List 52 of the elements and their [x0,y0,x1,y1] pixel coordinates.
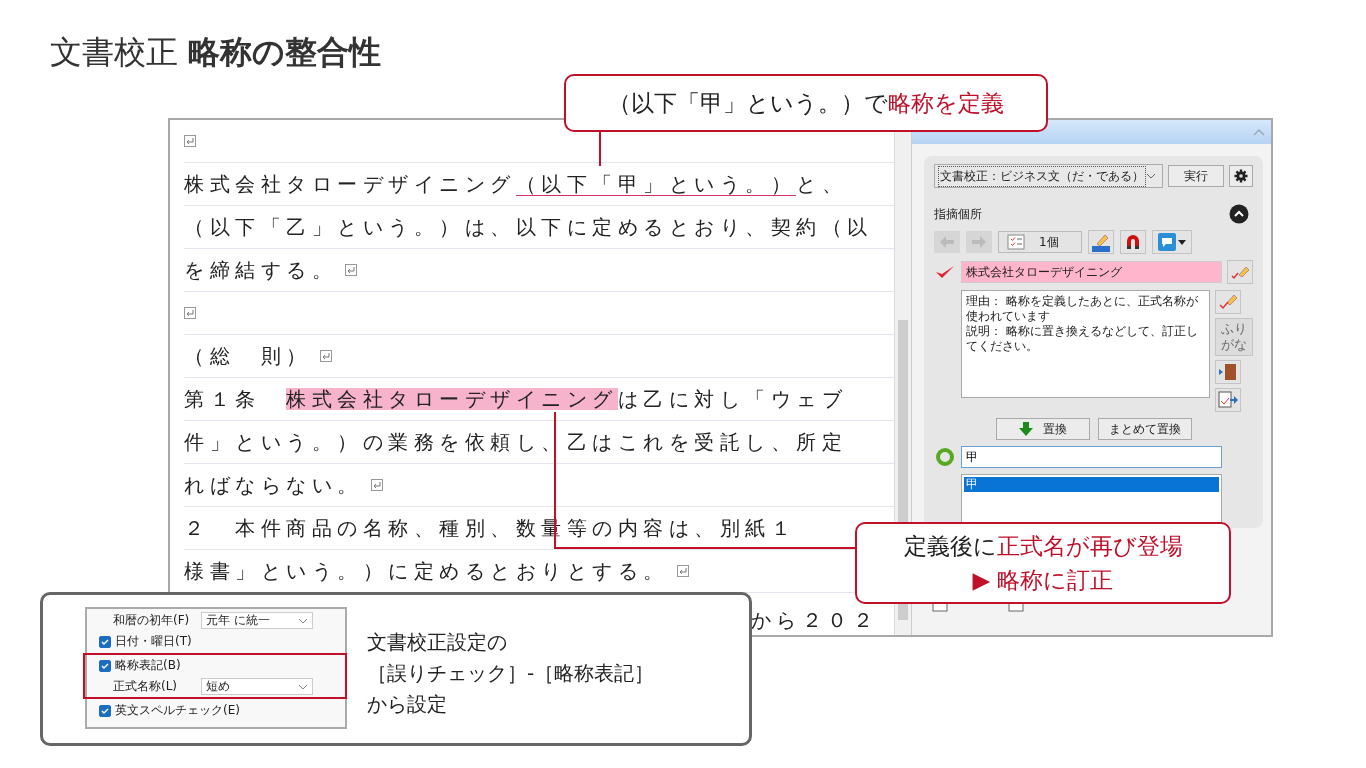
option-label: 正式名称(L) [112,678,179,695]
document-line: （総 則） [184,343,312,369]
profile-select[interactable]: 文書校正：ビジネス文（だ・である） [934,164,1163,188]
chevron-down-icon [298,617,308,624]
document-line: 様書」という。）に定めるとおりとする。 [184,558,669,584]
checkmark-icon [934,264,956,280]
option-label: 和暦の初年(F) [112,612,191,629]
message-text: 理由： 略称を定義したあとに、正式名称が使われています [966,294,1199,324]
page-title: 文書校正 略称の整合性 [49,32,383,73]
checkbox[interactable] [99,659,111,672]
checkbox[interactable] [99,704,111,717]
speech-bubble-icon [1158,233,1176,251]
document-line: 第１条 株式会社タローデザイニング は乙に対し「ウェブ [184,386,847,412]
chevron-down-icon [1146,173,1156,179]
document-line: から２０２ [750,608,878,633]
chevron-down-icon [298,683,308,690]
export-icon[interactable] [1215,388,1241,412]
checkbox-label: 略称表記(B) [115,657,181,674]
callout-text: （以下「甲」という。）で略称を定義 [608,88,1004,118]
run-button[interactable]: 実行 [1168,165,1224,187]
checklist-icon [1007,234,1025,250]
callout-text: ▶ 略称に訂正 [972,566,1114,595]
book-icon[interactable] [1215,360,1241,384]
candidate-item[interactable]: 甲 [964,477,1219,492]
section-label: 指摘個所 [934,205,982,223]
arrow-right-icon [971,235,987,249]
replace-all-button[interactable]: まとめて置換 [1097,418,1192,440]
callout-text: 文書校正設定の ［誤りチェック］-［略称表記］ から設定 [367,629,655,718]
message-text: 説明： 略称に置き換えるなどして、訂正してください。 [966,324,1199,354]
document-line: 株式会社タローデザイニング（以下「甲」という。）と、 [184,171,847,198]
checkbox[interactable] [99,635,111,648]
comment-dropdown-button[interactable] [1152,230,1192,254]
document-line: ればならない。 [184,472,363,498]
candidate-input[interactable]: 甲 [961,446,1222,468]
option-select[interactable]: 短め [201,678,313,695]
issue-count-text: 1個 [1039,233,1059,251]
settings-button[interactable] [1229,165,1253,187]
option-select[interactable]: 元年 に統一 [201,612,313,629]
replace-button[interactable]: 置換 [995,418,1090,440]
arrow-left-icon [939,235,955,249]
checkbox-label: 日付・曜日(T) [115,633,192,650]
document-line: 件」という。）の業務を依頼し、乙はこれを受託し、所定 [184,429,847,455]
ring-icon [934,447,956,467]
document-line: を締結する。 [184,257,337,283]
arrow-down-icon [1018,422,1033,436]
issue-count[interactable]: 1個 [998,231,1082,253]
document-line: （以下「乙」という。）は、以下に定めるとおり、契約（以 [184,214,873,240]
collapse-button-icon[interactable] [1229,204,1249,224]
callout-text: 定義後に正式名が再び登場 [903,532,1183,561]
checkbox-label: 英文スペルチェック(E) [115,702,240,719]
magnet-icon[interactable] [1120,230,1146,254]
caret-icon [1178,239,1186,245]
